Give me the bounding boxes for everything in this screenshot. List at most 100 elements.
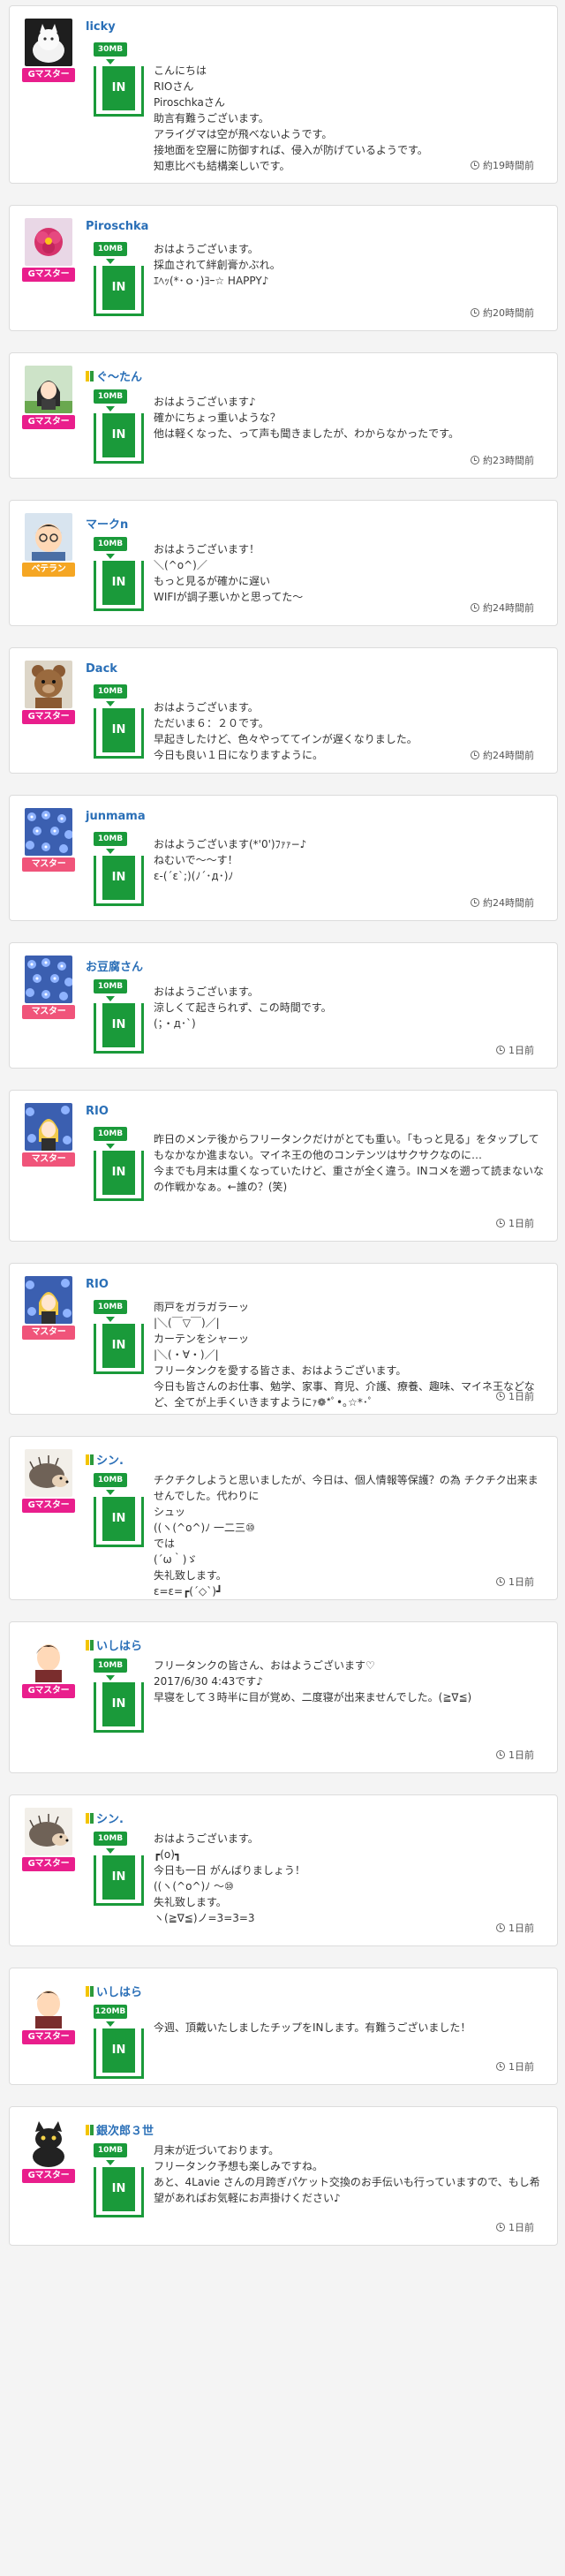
clock-icon (471, 898, 479, 907)
post-timestamp[interactable]: 1日前 (496, 1575, 534, 1589)
post-timestamp[interactable]: 約24時間前 (471, 748, 534, 762)
down-arrow-icon (106, 1848, 115, 1854)
mb-amount-badge: 120MB (94, 2005, 127, 2019)
clock-icon (496, 1219, 505, 1228)
post-card: Gマスター いしはら 120MB IN 今週、頂戴いたしましたチップをINします。有難う… (9, 1968, 558, 2085)
in-label: IN (102, 1151, 135, 1195)
avatar[interactable] (25, 1103, 72, 1151)
down-arrow-icon (106, 259, 115, 264)
timestamp-text: 1日前 (508, 2061, 534, 2073)
username-link[interactable]: RIO (86, 1105, 109, 1118)
avatar-column: Gマスター (22, 19, 75, 82)
post-timestamp[interactable]: 約23時間前 (471, 453, 534, 467)
username-link[interactable]: 銀次郎３世 (86, 2121, 154, 2138)
timestamp-text: 1日前 (508, 1576, 534, 1588)
avatar[interactable] (25, 1276, 72, 1324)
post-timestamp[interactable]: 1日前 (496, 1216, 534, 1230)
avatar[interactable] (25, 366, 72, 413)
username-link[interactable]: いしはら (86, 1983, 142, 1999)
post-card: ベテラン マークn 10MB IN おはようございます！ ＼(^o^)／ もっと見るが確… (9, 500, 558, 626)
post-timestamp[interactable]: 約20時間前 (471, 306, 534, 320)
down-arrow-icon (106, 1317, 115, 1322)
clock-icon (496, 1046, 505, 1054)
mb-amount-badge: 10MB (94, 979, 127, 993)
avatar[interactable] (25, 2119, 72, 2167)
avatar-column: マスター (22, 808, 75, 872)
username-link[interactable]: RIO (86, 1278, 109, 1291)
beginner-leaf-icon (86, 371, 94, 381)
rank-badge: Gマスター (22, 415, 75, 429)
timestamp-text: 1日前 (508, 1218, 534, 1229)
username-text: Piroschka (86, 220, 149, 233)
rank-badge: Gマスター (22, 2030, 75, 2044)
rank-badge: Gマスター (22, 1684, 75, 1698)
post-message: おはようございます。 涼しくて起きられず、この時間です。 (；・д･`) (154, 986, 332, 1030)
avatar[interactable] (25, 956, 72, 1003)
post-timestamp[interactable]: 約24時間前 (471, 895, 534, 910)
post-timestamp[interactable]: 1日前 (496, 2059, 534, 2074)
clock-icon (471, 308, 479, 317)
post-timestamp[interactable]: 1日前 (496, 1921, 534, 1935)
username-text: licky (86, 20, 116, 34)
post-card: Gマスター Piroschka 10MB IN おはようございます。 採血されて絆創膏か… (9, 205, 558, 331)
mb-amount-badge: 30MB (94, 42, 127, 57)
avatar[interactable] (25, 1981, 72, 2028)
in-label: IN (102, 856, 135, 900)
avatar[interactable] (25, 19, 72, 66)
username-link[interactable]: licky (86, 20, 116, 34)
clock-icon (471, 456, 479, 465)
username-link[interactable]: マークn (86, 515, 128, 532)
username-link[interactable]: シン. (86, 1809, 124, 1826)
timestamp-text: 1日前 (508, 1045, 534, 1056)
post-timestamp[interactable]: 1日前 (496, 1043, 534, 1057)
rank-badge: マスター (22, 1005, 75, 1019)
timestamp-text: 1日前 (508, 1391, 534, 1402)
avatar[interactable] (25, 218, 72, 266)
in-tank-icon: IN (94, 856, 144, 906)
in-tank-icon: IN (94, 2028, 144, 2079)
post-timestamp[interactable]: 1日前 (496, 2220, 534, 2234)
post-card: マスター junmama 10MB IN おはようございます(*'0')ﾌｧｧ−♪ ねむ… (9, 795, 558, 921)
down-arrow-icon (106, 2160, 115, 2165)
in-label: IN (102, 1497, 135, 1541)
username-link[interactable]: ぐ～たん (86, 367, 142, 384)
down-arrow-icon (106, 59, 115, 64)
post-card: マスター RIO 10MB IN 昨日のメンテ後からフリータンクだけがとても重い。「もっ… (9, 1090, 558, 1242)
avatar[interactable] (25, 1449, 72, 1497)
post-card: Gマスター ぐ～たん 10MB IN おはようございます♪ 確かにちょっ重いような？ 他… (9, 352, 558, 479)
post-timestamp[interactable]: 約19時間前 (471, 158, 534, 172)
clock-icon (496, 2223, 505, 2232)
mb-amount-badge: 10MB (94, 832, 127, 846)
username-text: RIO (86, 1105, 109, 1118)
clock-icon (471, 161, 479, 170)
post-card: Gマスター シン. 10MB IN おはようございます。 ┏(o)┓ 今日も一日 がんば… (9, 1794, 558, 1946)
down-arrow-icon (106, 2021, 115, 2027)
in-tank-icon: IN (94, 2167, 144, 2217)
post-message: 昨日のメンテ後からフリータンクだけがとても重い。「もっと見る」をタップしてもなか… (154, 1133, 544, 1193)
username-text: Dack (86, 662, 117, 676)
mb-amount-badge: 10MB (94, 1658, 127, 1673)
timestamp-text: 1日前 (508, 1923, 534, 1934)
username-link[interactable]: Piroschka (86, 220, 148, 233)
down-arrow-icon (106, 996, 115, 1001)
beginner-leaf-icon (86, 1986, 94, 1997)
username-link[interactable]: シン. (86, 1451, 124, 1468)
avatar[interactable] (25, 1808, 72, 1855)
avatar[interactable] (25, 1635, 72, 1682)
post-message: おはようございます！ ＼(^o^)／ もっと見るが確かに遅い WIFIが調子悪い… (154, 543, 304, 603)
avatar[interactable] (25, 808, 72, 856)
avatar[interactable] (25, 661, 72, 708)
post-timestamp[interactable]: 1日前 (496, 1389, 534, 1403)
in-label: IN (102, 413, 135, 457)
in-tank-icon: IN (94, 561, 144, 611)
username-link[interactable]: Dack (86, 662, 117, 676)
username-link[interactable]: junmama (86, 810, 146, 823)
post-timestamp[interactable]: 1日前 (496, 1748, 534, 1762)
post-timestamp[interactable]: 約24時間前 (471, 601, 534, 615)
username-link[interactable]: お豆腐さん (86, 957, 143, 974)
avatar[interactable] (25, 513, 72, 561)
down-arrow-icon (106, 1675, 115, 1681)
in-tank-icon: IN (94, 266, 144, 316)
username-link[interactable]: いしはら (86, 1636, 142, 1653)
down-arrow-icon (106, 1144, 115, 1149)
